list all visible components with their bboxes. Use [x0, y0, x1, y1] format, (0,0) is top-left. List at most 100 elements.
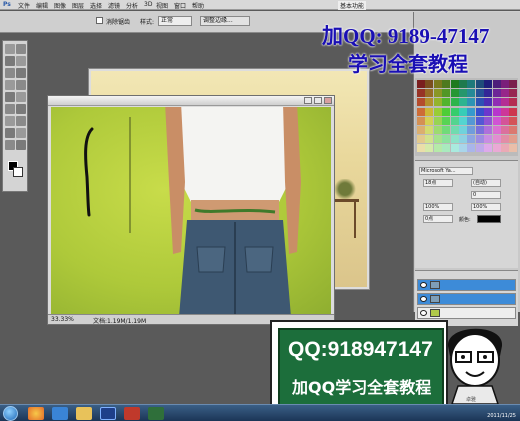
vertical-scale-field[interactable]: 100% — [423, 203, 453, 211]
layer-row[interactable] — [417, 293, 516, 305]
color-swatch[interactable] — [475, 98, 484, 107]
menu-help[interactable]: 帮助 — [192, 1, 204, 10]
eye-icon[interactable] — [420, 296, 427, 302]
color-swatch[interactable] — [459, 89, 467, 98]
color-swatch[interactable] — [433, 135, 442, 144]
color-swatch[interactable] — [467, 116, 476, 125]
color-swatch[interactable] — [501, 116, 509, 125]
menu-image[interactable]: 图像 — [54, 1, 66, 10]
color-swatch[interactable] — [501, 80, 509, 88]
document-window-front[interactable]: 33.33% 文档:1.19M/1.19M — [47, 95, 335, 325]
color-swatch[interactable] — [492, 144, 501, 153]
baseline-shift-field[interactable]: 0点 — [423, 215, 453, 223]
color-swatch[interactable] — [501, 135, 509, 144]
color-swatch[interactable] — [425, 126, 434, 134]
zoom-readout[interactable]: 33.33% — [51, 316, 74, 323]
color-swatch[interactable] — [484, 126, 493, 134]
color-swatch[interactable] — [475, 144, 484, 153]
color-swatch[interactable] — [509, 89, 518, 98]
color-swatch[interactable] — [484, 80, 493, 88]
color-swatch[interactable] — [492, 89, 501, 98]
leading-field[interactable]: (自动) — [471, 179, 501, 187]
color-swatch[interactable] — [509, 116, 518, 125]
media-center-icon[interactable] — [28, 407, 44, 420]
history-brush-tool-icon[interactable] — [16, 92, 26, 102]
eye-icon[interactable] — [420, 310, 427, 316]
marquee-tool-icon[interactable] — [16, 44, 26, 54]
color-swatch[interactable] — [433, 144, 442, 153]
eye-icon[interactable] — [420, 282, 427, 288]
color-swatch[interactable] — [417, 107, 425, 116]
color-swatch[interactable] — [450, 98, 459, 107]
menu-filter[interactable]: 滤镜 — [108, 1, 120, 10]
color-swatch[interactable] — [417, 80, 425, 88]
layer-row-selected[interactable] — [417, 279, 516, 291]
color-swatch[interactable] — [501, 107, 509, 116]
lasso-tool-icon[interactable] — [5, 56, 15, 66]
stamp-tool-icon[interactable] — [5, 92, 15, 102]
color-swatch[interactable] — [459, 144, 467, 153]
color-swatch[interactable] — [492, 126, 501, 134]
menu-3d[interactable]: 3D — [144, 1, 152, 8]
color-swatch[interactable] — [417, 135, 425, 144]
color-swatch[interactable] — [425, 89, 434, 98]
move-tool-icon[interactable] — [5, 44, 15, 54]
color-swatch[interactable] — [484, 116, 493, 125]
color-swatch[interactable] — [509, 80, 518, 88]
color-swatch[interactable] — [450, 89, 459, 98]
color-swatch[interactable] — [459, 80, 467, 88]
color-swatch[interactable] — [492, 107, 501, 116]
font-family-select[interactable]: Microsoft Ya... — [419, 167, 473, 175]
color-swatch[interactable] — [492, 135, 501, 144]
color-swatch[interactable] — [425, 80, 434, 88]
brush-tool-icon[interactable] — [16, 80, 26, 90]
color-swatch[interactable] — [450, 126, 459, 134]
color-swatch[interactable] — [417, 144, 425, 153]
color-swatch[interactable] — [509, 98, 518, 107]
dodge-tool-icon[interactable] — [16, 116, 26, 126]
color-swatch[interactable] — [442, 144, 451, 153]
color-swatch[interactable] — [484, 89, 493, 98]
color-swatch[interactable] — [492, 98, 501, 107]
menu-view[interactable]: 视图 — [156, 1, 168, 10]
type-tool-icon[interactable] — [16, 128, 26, 138]
color-swatch[interactable] — [433, 126, 442, 134]
color-swatch[interactable] — [467, 107, 476, 116]
close-icon[interactable] — [324, 97, 332, 104]
color-swatch[interactable] — [501, 126, 509, 134]
color-swatch[interactable] — [484, 144, 493, 153]
browser-icon[interactable] — [52, 407, 68, 420]
color-swatch[interactable] — [501, 144, 509, 153]
tracking-field[interactable]: 0 — [471, 191, 501, 199]
color-swatch[interactable] — [467, 126, 476, 134]
color-swatch[interactable] — [425, 116, 434, 125]
color-swatch[interactable] — [509, 107, 518, 116]
pen-tool-icon[interactable] — [5, 128, 15, 138]
color-swatch[interactable] — [484, 98, 493, 107]
color-swatch[interactable] — [417, 126, 425, 134]
color-swatch[interactable] — [425, 107, 434, 116]
color-swatch[interactable] — [450, 135, 459, 144]
color-swatch[interactable] — [450, 116, 459, 125]
color-swatch[interactable] — [467, 135, 476, 144]
color-swatch[interactable] — [433, 116, 442, 125]
menu-analysis[interactable]: 分析 — [126, 1, 138, 10]
menu-layer[interactable]: 图层 — [72, 1, 84, 10]
color-swatch[interactable] — [501, 98, 509, 107]
color-swatch[interactable] — [442, 89, 451, 98]
color-swatch[interactable] — [467, 80, 476, 88]
color-swatch[interactable] — [442, 135, 451, 144]
color-swatch[interactable] — [459, 135, 467, 144]
background-color-swatch[interactable] — [13, 167, 23, 177]
color-swatch[interactable] — [492, 116, 501, 125]
color-swatch[interactable] — [509, 135, 518, 144]
color-swatch[interactable] — [484, 135, 493, 144]
shape-tool-icon[interactable] — [16, 140, 26, 150]
blur-tool-icon[interactable] — [5, 116, 15, 126]
color-swatch[interactable] — [509, 126, 518, 134]
quick-select-tool-icon[interactable] — [16, 56, 26, 66]
color-swatch[interactable] — [442, 98, 451, 107]
horizontal-scale-field[interactable]: 100% — [471, 203, 501, 211]
gradient-tool-icon[interactable] — [16, 104, 26, 114]
color-swatch[interactable] — [459, 126, 467, 134]
